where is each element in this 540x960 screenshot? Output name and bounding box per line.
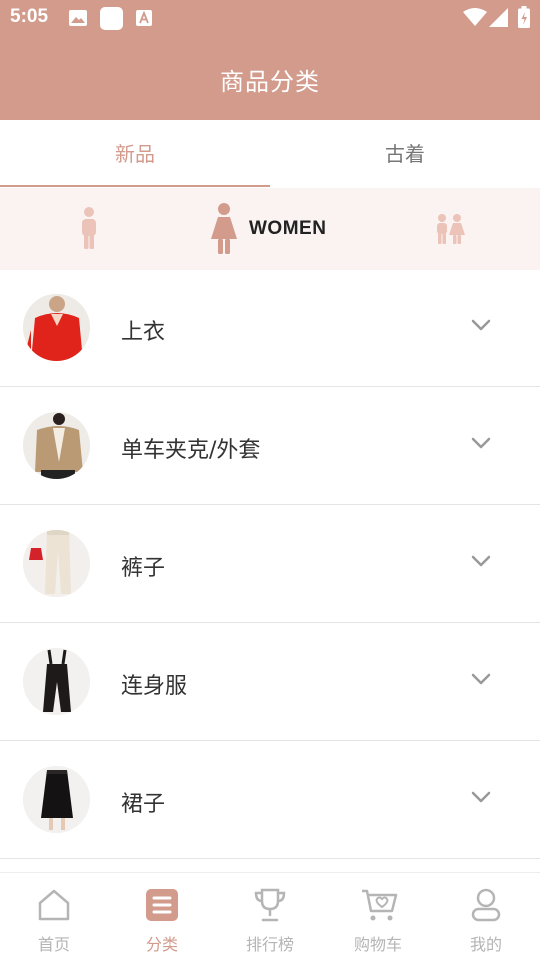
category-label: 连身服 bbox=[121, 674, 188, 699]
nav-ranking-label: 排行榜 bbox=[245, 935, 294, 954]
nav-profile-label: 我的 bbox=[469, 935, 502, 954]
kids-icon bbox=[437, 214, 465, 244]
tan-jacket-photo bbox=[23, 412, 90, 479]
nav-cart[interactable]: 购物车 bbox=[324, 873, 432, 960]
nav-home[interactable]: 首页 bbox=[0, 873, 108, 960]
category-icon bbox=[146, 889, 178, 921]
category-row-skirts[interactable]: 裙子 bbox=[0, 742, 540, 859]
nav-home-label: 首页 bbox=[37, 935, 70, 954]
black-skirt-photo bbox=[23, 766, 90, 833]
nav-cart-label: 购物车 bbox=[353, 935, 402, 954]
nav-ranking[interactable]: 排行榜 bbox=[216, 873, 324, 960]
nav-category[interactable]: 分类 bbox=[108, 873, 216, 960]
category-row-jackets[interactable]: 单车夹克/外套 bbox=[0, 388, 540, 505]
profile-icon bbox=[471, 888, 501, 922]
chevron-down-icon bbox=[471, 791, 491, 803]
status-time: 5:05 bbox=[10, 6, 49, 27]
page-title: 商品分类 bbox=[220, 68, 320, 96]
gender-filter-bar: WOMEN bbox=[0, 188, 540, 270]
nav-profile[interactable]: 我的 bbox=[432, 873, 540, 960]
tab-indicator bbox=[0, 185, 270, 187]
gender-option-women[interactable]: WOMEN bbox=[200, 188, 340, 270]
black-overalls-photo bbox=[23, 648, 90, 715]
chevron-down-icon bbox=[471, 437, 491, 449]
red-blouse-photo bbox=[23, 294, 90, 361]
text-notification-icon bbox=[136, 10, 152, 26]
bottom-nav: 首页 分类 排行榜 购物车 我的 bbox=[0, 872, 540, 960]
cart-icon bbox=[362, 889, 398, 921]
category-label: 单车夹克/外套 bbox=[121, 438, 261, 463]
app-header: 商品分类 bbox=[0, 36, 540, 120]
category-row-tops[interactable]: 上衣 bbox=[0, 270, 540, 387]
man-icon bbox=[82, 207, 96, 249]
image-icon bbox=[69, 10, 87, 26]
battery-icon bbox=[518, 6, 530, 28]
nav-category-label: 分类 bbox=[145, 935, 178, 954]
status-bar: 5:05 bbox=[0, 0, 540, 36]
tab-vintage[interactable]: 古着 bbox=[270, 120, 540, 188]
trophy-icon bbox=[254, 888, 286, 922]
gender-label-women: WOMEN bbox=[249, 218, 327, 239]
signal-icon bbox=[489, 8, 508, 27]
category-row-pants[interactable]: 裤子 bbox=[0, 506, 540, 623]
gender-option-men[interactable] bbox=[60, 188, 120, 270]
top-tabs: 新品 古着 bbox=[0, 120, 540, 188]
gender-option-kids[interactable] bbox=[420, 188, 480, 270]
cream-trousers-photo bbox=[23, 530, 90, 597]
category-row-jumpsuits[interactable]: 连身服 bbox=[0, 624, 540, 741]
wifi-icon bbox=[463, 8, 487, 26]
category-label: 上衣 bbox=[121, 320, 166, 345]
tab-new-arrivals[interactable]: 新品 bbox=[0, 120, 270, 188]
chevron-down-icon bbox=[471, 673, 491, 685]
app-icon bbox=[100, 7, 123, 30]
chevron-down-icon bbox=[471, 555, 491, 567]
category-label: 裤子 bbox=[121, 556, 166, 581]
woman-icon bbox=[211, 203, 237, 254]
category-label: 裙子 bbox=[121, 792, 166, 817]
chevron-down-icon bbox=[471, 319, 491, 331]
home-icon bbox=[38, 889, 70, 921]
